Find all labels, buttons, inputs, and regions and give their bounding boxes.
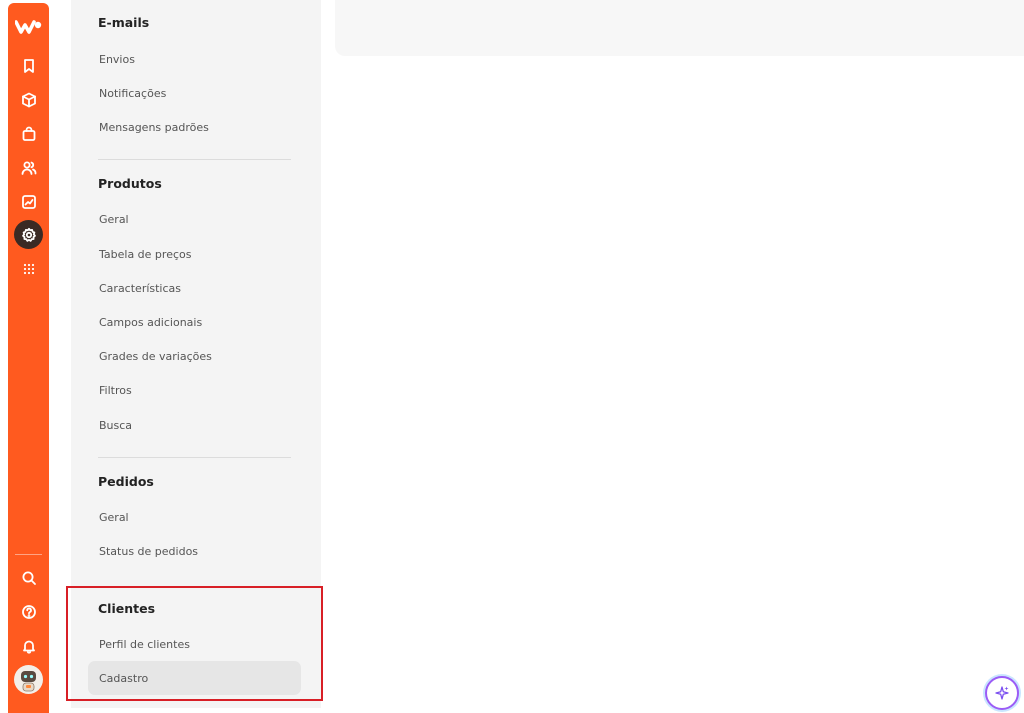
search-icon[interactable]	[14, 563, 43, 592]
rail-divider	[15, 554, 42, 555]
menu-item-campos-adicionais[interactable]: Campos adicionais	[88, 305, 301, 339]
menu-item-tabela-precos[interactable]: Tabela de preços	[88, 237, 301, 271]
chart-icon[interactable]	[14, 187, 43, 216]
gear-icon[interactable]	[14, 220, 43, 249]
menu-divider	[98, 159, 291, 160]
section-title-produtos: Produtos	[98, 176, 162, 191]
app-rail	[8, 3, 49, 713]
content-header-card	[335, 0, 1024, 56]
users-icon[interactable]	[14, 153, 43, 182]
menu-item-pedidos-geral[interactable]: Geral	[88, 500, 301, 534]
menu-item-caracteristicas[interactable]: Características	[88, 271, 301, 305]
box-icon[interactable]	[14, 85, 43, 114]
section-title-pedidos: Pedidos	[98, 474, 154, 489]
menu-item-cadastro[interactable]: Cadastro	[88, 661, 301, 695]
section-title-clientes: Clientes	[98, 601, 156, 616]
bookmark-icon[interactable]	[14, 51, 43, 80]
apps-grid-icon[interactable]	[14, 254, 43, 283]
sparkles-icon	[995, 686, 1009, 700]
bag-icon[interactable]	[14, 119, 43, 148]
menu-item-status-pedidos[interactable]: Status de pedidos	[88, 534, 301, 568]
menu-item-perfil-clientes[interactable]: Perfil de clientes	[88, 627, 301, 661]
avatar[interactable]	[14, 665, 43, 694]
w-logo-icon[interactable]	[15, 19, 42, 35]
ai-assistant-button[interactable]	[985, 676, 1019, 710]
section-title-emails: E-mails	[98, 15, 150, 30]
menu-item-produtos-geral[interactable]: Geral	[88, 202, 301, 236]
menu-item-grades-variacoes[interactable]: Grades de variações	[88, 339, 301, 373]
menu-item-busca[interactable]: Busca	[88, 408, 301, 442]
bell-icon[interactable]	[14, 631, 43, 660]
menu-item-filtros[interactable]: Filtros	[88, 373, 301, 407]
settings-menu: E-mails Envios Notificações Mensagens pa…	[71, 0, 321, 708]
menu-item-mensagens-padroes[interactable]: Mensagens padrões	[88, 110, 301, 144]
robot-avatar-icon	[21, 671, 36, 692]
menu-item-envios[interactable]: Envios	[88, 42, 301, 76]
menu-item-notificacoes[interactable]: Notificações	[88, 76, 301, 110]
help-icon[interactable]	[14, 597, 43, 626]
menu-divider	[98, 457, 291, 458]
